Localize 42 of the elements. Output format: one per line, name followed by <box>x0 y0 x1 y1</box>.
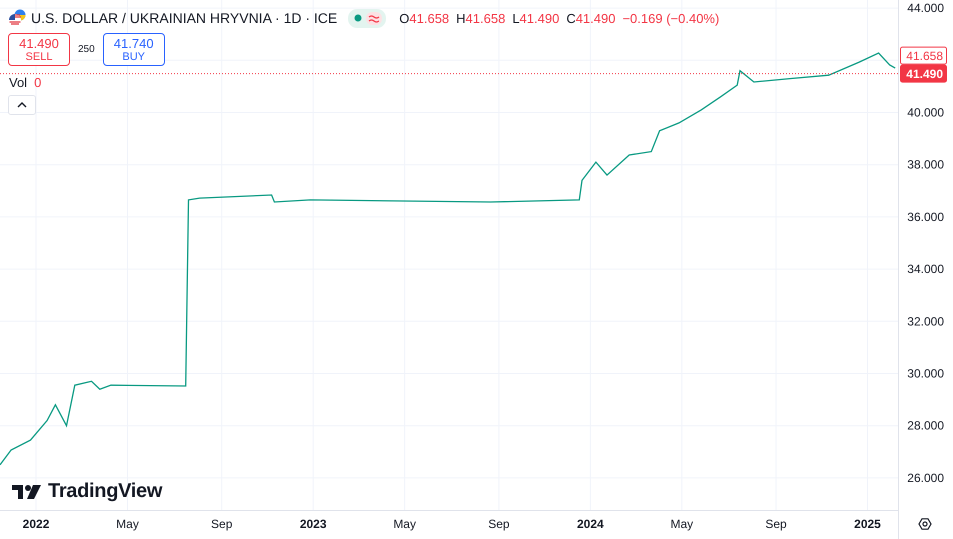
spread-value: 250 <box>78 44 95 55</box>
time-axis-label: May <box>670 517 694 531</box>
price-axis-label: 28.000 <box>907 418 944 433</box>
price-axis-label: 40.000 <box>907 106 944 120</box>
price-axis-label: 34.000 <box>907 262 944 276</box>
ref-line-label: 41.490 <box>906 67 944 82</box>
price-axis-label: 30.000 <box>907 366 944 380</box>
change-value: −0.169 (−0.40%) <box>622 10 720 26</box>
ohlc-value: O41.658 <box>399 10 450 26</box>
wave-icon <box>366 12 382 24</box>
ohlc-value: H41.658 <box>456 10 506 26</box>
price-axis-label: 38.000 <box>907 158 944 172</box>
last-price-badge: 41.490 <box>900 64 947 83</box>
time-axis-label: May <box>393 517 416 531</box>
time-axis-label: 2025 <box>854 517 881 531</box>
volume-label: Vol <box>9 75 28 90</box>
time-axis-label: Sep <box>488 517 510 531</box>
time-axis-label: 2022 <box>22 517 50 531</box>
price-axis-label: 26.000 <box>907 470 944 485</box>
sell-button[interactable]: 41.490 SELL <box>8 33 70 66</box>
ohlc-value: C41.490 <box>566 10 616 26</box>
flag-icon <box>8 9 26 27</box>
market-status-pill[interactable] <box>348 8 386 28</box>
time-axis-label: Sep <box>211 517 232 531</box>
time-axis-label: May <box>116 517 139 531</box>
chevron-up-icon <box>17 102 27 108</box>
logo-icon <box>12 484 42 498</box>
status-dot-icon <box>354 14 362 22</box>
price-axis-label: 36.000 <box>907 210 944 224</box>
time-axis-label: Sep <box>765 517 787 531</box>
collapse-button[interactable] <box>8 95 36 115</box>
price-axis-label: 44.000 <box>907 1 944 16</box>
logo-text: TradingView <box>48 480 162 503</box>
buy-button[interactable]: 41.740 BUY <box>102 33 165 66</box>
high-price-badge: 41.658 <box>900 46 947 65</box>
settings-icon[interactable] <box>918 518 932 530</box>
time-axis-label: 2024 <box>577 517 604 531</box>
ohlc-value: L41.490 <box>512 10 560 26</box>
volume-value: 0 <box>34 75 42 90</box>
symbol-title[interactable]: U.S. DOLLAR / UKRAINIAN HRYVNIA · 1D · ICE <box>31 10 338 26</box>
time-axis-label: 2023 <box>300 517 327 531</box>
price-axis-label: 32.000 <box>907 314 944 328</box>
